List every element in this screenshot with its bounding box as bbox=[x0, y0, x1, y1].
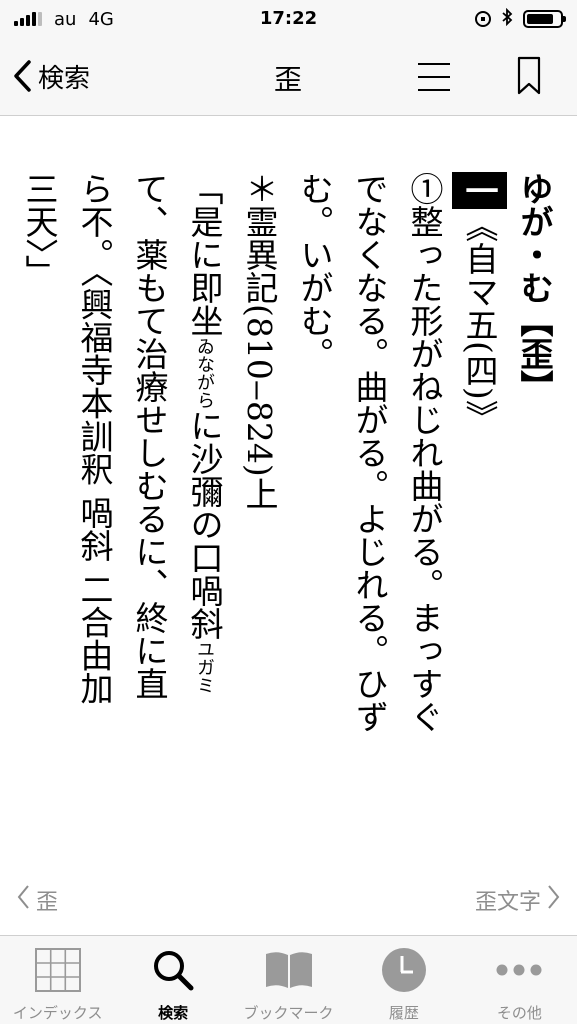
back-button[interactable]: 検索 bbox=[12, 56, 90, 96]
back-label: 検索 bbox=[38, 63, 91, 94]
chevron-left-icon bbox=[12, 59, 32, 93]
tab-label: 検索 bbox=[158, 1004, 189, 1022]
prev-entry-link[interactable]: 歪 bbox=[16, 884, 58, 916]
headword: ゆが・む bbox=[515, 172, 554, 304]
battery-icon bbox=[523, 10, 566, 28]
book-icon bbox=[264, 946, 314, 994]
menu-button[interactable] bbox=[416, 60, 452, 94]
bookmark-icon bbox=[516, 56, 542, 100]
bookmark-button[interactable] bbox=[516, 56, 542, 96]
quote-line-2: て、薬もて治療せしむるに、終に直 bbox=[130, 172, 169, 700]
tab-more[interactable]: その他 bbox=[462, 936, 577, 1024]
bluetooth-icon bbox=[501, 7, 513, 30]
battery-level bbox=[527, 14, 553, 24]
quote-ruby-1: ゐながら bbox=[194, 337, 215, 409]
citation-source: 霊異記(810‒824)上 bbox=[240, 205, 279, 510]
citation-line: ＊霊異記(810‒824)上 bbox=[232, 172, 287, 865]
next-entry-link[interactable]: 歪文字 bbox=[475, 884, 561, 916]
hamburger-icon bbox=[416, 63, 452, 98]
entry-content: ゆが・む【歪】 一《自マ五(四)》 ①整った形がねじれ曲がる。まっすぐ でなくな… bbox=[10, 150, 562, 865]
rotation-lock-icon bbox=[475, 11, 491, 27]
tab-history[interactable]: 履歴 bbox=[346, 936, 461, 1024]
tab-label: その他 bbox=[496, 1004, 542, 1022]
tab-label: ブックマーク bbox=[243, 1004, 334, 1022]
quote-line-4: 三天〉」 bbox=[20, 172, 59, 288]
definition-line-2: でなくなる。曲がる。よじれる。ひず bbox=[350, 172, 389, 733]
quote-ruby-2: ユガミ bbox=[194, 640, 215, 694]
prev-entry-label: 歪 bbox=[36, 890, 59, 915]
more-icon bbox=[494, 946, 544, 994]
citation-marker: ＊ bbox=[240, 172, 279, 205]
headword-line: ゆが・む【歪】 bbox=[507, 172, 562, 865]
tab-search[interactable]: 検索 bbox=[115, 936, 230, 1024]
navigation-bar: 検索 歪 bbox=[0, 38, 577, 116]
definition-line-3: む。いがむ。 bbox=[295, 172, 334, 370]
chevron-right-icon bbox=[547, 884, 561, 916]
page-title: 歪 bbox=[273, 63, 302, 96]
definition-line-1: ①整った形がねじれ曲がる。まっすぐ bbox=[405, 172, 444, 733]
chevron-left-icon bbox=[16, 884, 30, 916]
quote-text-1a: 「是に即坐 bbox=[185, 172, 224, 337]
quote-line-1: 「是に即坐ゐながらに沙彌の口喎斜ユガミ bbox=[177, 172, 232, 865]
status-bar: au 4G 17:22 bbox=[0, 0, 577, 38]
tab-label: インデックス bbox=[12, 1004, 103, 1022]
tab-bookmarks[interactable]: ブックマーク bbox=[231, 936, 346, 1024]
grammar-source: 《自マ五(四)》 bbox=[460, 209, 499, 433]
grammar-line: 一《自マ五(四)》 bbox=[452, 172, 507, 865]
entry-text: ゆが・む【歪】 一《自マ五(四)》 ①整った形がねじれ曲がる。まっすぐ でなくな… bbox=[12, 172, 562, 865]
sense-mark: 一 bbox=[452, 172, 507, 209]
clock-icon bbox=[379, 946, 429, 994]
grid-icon bbox=[33, 946, 83, 994]
quote-line-3: ら不。〈興福寺本訓釈 喎斜 二合由加 bbox=[75, 172, 114, 705]
next-entry-label: 歪文字 bbox=[474, 890, 541, 915]
tab-label: 履歴 bbox=[388, 1004, 419, 1022]
headword-kanji: 【歪】 bbox=[515, 304, 554, 403]
quote-text-1b: に沙彌の口喎斜 bbox=[185, 409, 224, 640]
search-icon bbox=[148, 946, 198, 994]
tab-index[interactable]: インデックス bbox=[0, 936, 115, 1024]
tab-bar: インデックス 検索 ブックマーク 履歴 その他 bbox=[0, 935, 577, 1024]
status-right bbox=[475, 7, 566, 30]
